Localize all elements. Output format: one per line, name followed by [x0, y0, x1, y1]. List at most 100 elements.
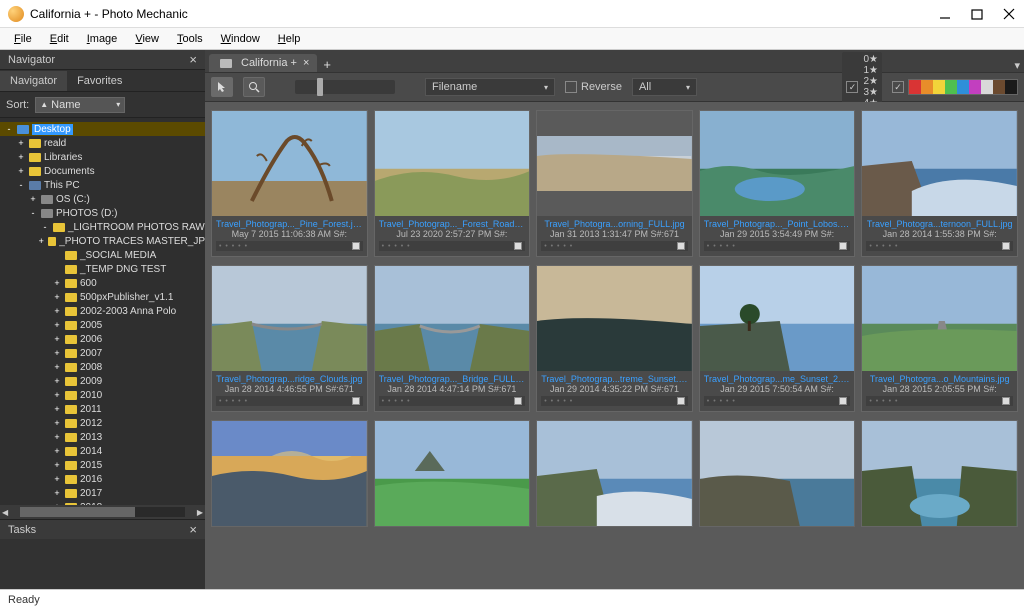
- tree-item[interactable]: +2013: [0, 430, 205, 444]
- tree-item[interactable]: +600: [0, 276, 205, 290]
- menu-window[interactable]: Window: [213, 31, 268, 47]
- color-swatch[interactable]: [933, 80, 945, 94]
- thumbnail-card[interactable]: Travel_Photogra...orning_FULL.jpg Jan 31…: [536, 110, 693, 257]
- tree-item[interactable]: +2006: [0, 332, 205, 346]
- color-swatch[interactable]: [1005, 80, 1017, 94]
- tree-item[interactable]: -Desktop: [0, 122, 205, 136]
- menu-image[interactable]: Image: [79, 31, 126, 47]
- tree-item[interactable]: +2005: [0, 318, 205, 332]
- tree-item[interactable]: +2007: [0, 346, 205, 360]
- zoom-tool-button[interactable]: [243, 77, 265, 97]
- minimize-button[interactable]: [938, 7, 952, 21]
- sort-field-combo[interactable]: Filename▾: [425, 78, 555, 96]
- thumbnail-card[interactable]: Travel_Photograp...treme_Sunset.jpg Jan …: [536, 265, 693, 412]
- thumbnail-checkbox[interactable]: [514, 397, 522, 405]
- new-tab-button[interactable]: +: [323, 57, 331, 72]
- tree-item[interactable]: +2009: [0, 374, 205, 388]
- color-swatch[interactable]: [981, 80, 993, 94]
- rating-toggle-checkbox[interactable]: [846, 81, 858, 93]
- tree-item[interactable]: +2002-2003 Anna Polo: [0, 304, 205, 318]
- tree-item[interactable]: +2008: [0, 360, 205, 374]
- thumbnail-size-slider[interactable]: [295, 80, 395, 94]
- tree-item[interactable]: -This PC: [0, 178, 205, 192]
- menu-view[interactable]: View: [127, 31, 167, 47]
- tree-item[interactable]: +2017: [0, 486, 205, 500]
- sort-label: Sort:: [6, 99, 29, 111]
- tree-item[interactable]: +2010: [0, 388, 205, 402]
- tree-item[interactable]: -PHOTOS (D:): [0, 206, 205, 220]
- thumbnail-checkbox[interactable]: [839, 397, 847, 405]
- tree-item[interactable]: _SOCIAL MEDIA: [0, 248, 205, 262]
- thumbnail-card[interactable]: [374, 420, 531, 527]
- maximize-button[interactable]: [970, 7, 984, 21]
- navigator-panel-title: Navigator: [8, 54, 189, 66]
- color-swatch[interactable]: [909, 80, 921, 94]
- thumbnail-card[interactable]: Travel_Photogra...o_Mountains.jpg Jan 28…: [861, 265, 1018, 412]
- menu-help[interactable]: Help: [270, 31, 309, 47]
- thumbnail-date: Jan 29 2014 4:35:22 PM S#:671: [541, 384, 688, 394]
- color-swatch[interactable]: [957, 80, 969, 94]
- folder-tree[interactable]: -Desktop+reald+Libraries+Documents-This …: [0, 118, 205, 505]
- star-3[interactable]: 3★: [863, 87, 878, 98]
- thumbnail-grid[interactable]: Travel_Photograp..._Pine_Forest.jpg May …: [205, 102, 1024, 589]
- thumbnail-card[interactable]: Travel_Photograp...ridge_Clouds.jpg Jan …: [211, 265, 368, 412]
- menu-edit[interactable]: Edit: [42, 31, 77, 47]
- color-swatch[interactable]: [993, 80, 1005, 94]
- tree-item[interactable]: +500pxPublisher_v1.1: [0, 290, 205, 304]
- tree-scrollbar[interactable]: ◀ ▶: [0, 505, 205, 519]
- thumbnail-checkbox[interactable]: [839, 242, 847, 250]
- star-1[interactable]: 1★: [863, 65, 878, 76]
- tab-menu-icon[interactable]: ▾: [1014, 59, 1020, 72]
- thumbnail-checkbox[interactable]: [1002, 397, 1010, 405]
- thumbnail-checkbox[interactable]: [677, 397, 685, 405]
- tree-item[interactable]: +2016: [0, 472, 205, 486]
- menu-file[interactable]: File: [6, 31, 40, 47]
- thumbnail-card[interactable]: Travel_Photogra...ternoon_FULL.jpg Jan 2…: [861, 110, 1018, 257]
- tree-item[interactable]: +reald: [0, 136, 205, 150]
- tasks-close-icon[interactable]: ×: [189, 522, 197, 537]
- folder-icon: [65, 405, 77, 414]
- tab-navigator[interactable]: Navigator: [0, 71, 67, 91]
- color-swatch[interactable]: [945, 80, 957, 94]
- tree-item[interactable]: +OS (C:): [0, 192, 205, 206]
- star-2[interactable]: 2★: [863, 76, 878, 87]
- thumbnail-card[interactable]: [861, 420, 1018, 527]
- color-swatch[interactable]: [969, 80, 981, 94]
- tree-item[interactable]: +2011: [0, 402, 205, 416]
- menu-tools[interactable]: Tools: [169, 31, 211, 47]
- thumbnail-checkbox[interactable]: [352, 242, 360, 250]
- filter-combo[interactable]: All▾: [632, 78, 697, 96]
- tree-item[interactable]: +_PHOTO TRACES MASTER_JP: [0, 234, 205, 248]
- thumbnail-card[interactable]: [699, 420, 856, 527]
- thumbnail-card[interactable]: Travel_Photograp..._Bridge_FULL.jpg Jan …: [374, 265, 531, 412]
- close-button[interactable]: [1002, 7, 1016, 21]
- thumbnail-card[interactable]: Travel_Photograp..._Forest_Road.jpg Jul …: [374, 110, 531, 257]
- tree-item[interactable]: +2015: [0, 458, 205, 472]
- navigator-close-icon[interactable]: ×: [189, 52, 197, 67]
- thumbnail-card[interactable]: [211, 420, 368, 527]
- thumbnail-card[interactable]: Travel_Photograp..._Pine_Forest.jpg May …: [211, 110, 368, 257]
- tab-favorites[interactable]: Favorites: [67, 71, 132, 91]
- thumbnail-card[interactable]: Travel_Photograp..._Point_Lobos.jpg Jan …: [699, 110, 856, 257]
- thumbnail-card[interactable]: Travel_Photograp...me_Sunset_2.jpg Jan 2…: [699, 265, 856, 412]
- tree-item[interactable]: -_LIGHTROOM PHOTOS RAW: [0, 220, 205, 234]
- tab-close-icon[interactable]: ×: [303, 57, 309, 69]
- color-toggle-checkbox[interactable]: [892, 81, 904, 93]
- tree-item[interactable]: +Libraries: [0, 150, 205, 164]
- thumbnail-checkbox[interactable]: [514, 242, 522, 250]
- tree-item[interactable]: +2012: [0, 416, 205, 430]
- tree-item[interactable]: _TEMP DNG TEST: [0, 262, 205, 276]
- sort-combo[interactable]: ▲Name▾: [35, 97, 125, 113]
- thumbnail-checkbox[interactable]: [677, 242, 685, 250]
- reverse-checkbox[interactable]: [565, 81, 577, 93]
- pointer-tool-button[interactable]: [211, 77, 233, 97]
- color-swatch[interactable]: [921, 80, 933, 94]
- tree-item[interactable]: +2014: [0, 444, 205, 458]
- thumbnail-image: [537, 421, 692, 526]
- tree-item[interactable]: +Documents: [0, 164, 205, 178]
- thumbnail-checkbox[interactable]: [1002, 242, 1010, 250]
- thumbnail-card[interactable]: [536, 420, 693, 527]
- star-0[interactable]: 0★: [863, 54, 878, 65]
- thumbnail-checkbox[interactable]: [352, 397, 360, 405]
- contact-sheet-tab[interactable]: California + ×: [209, 54, 317, 72]
